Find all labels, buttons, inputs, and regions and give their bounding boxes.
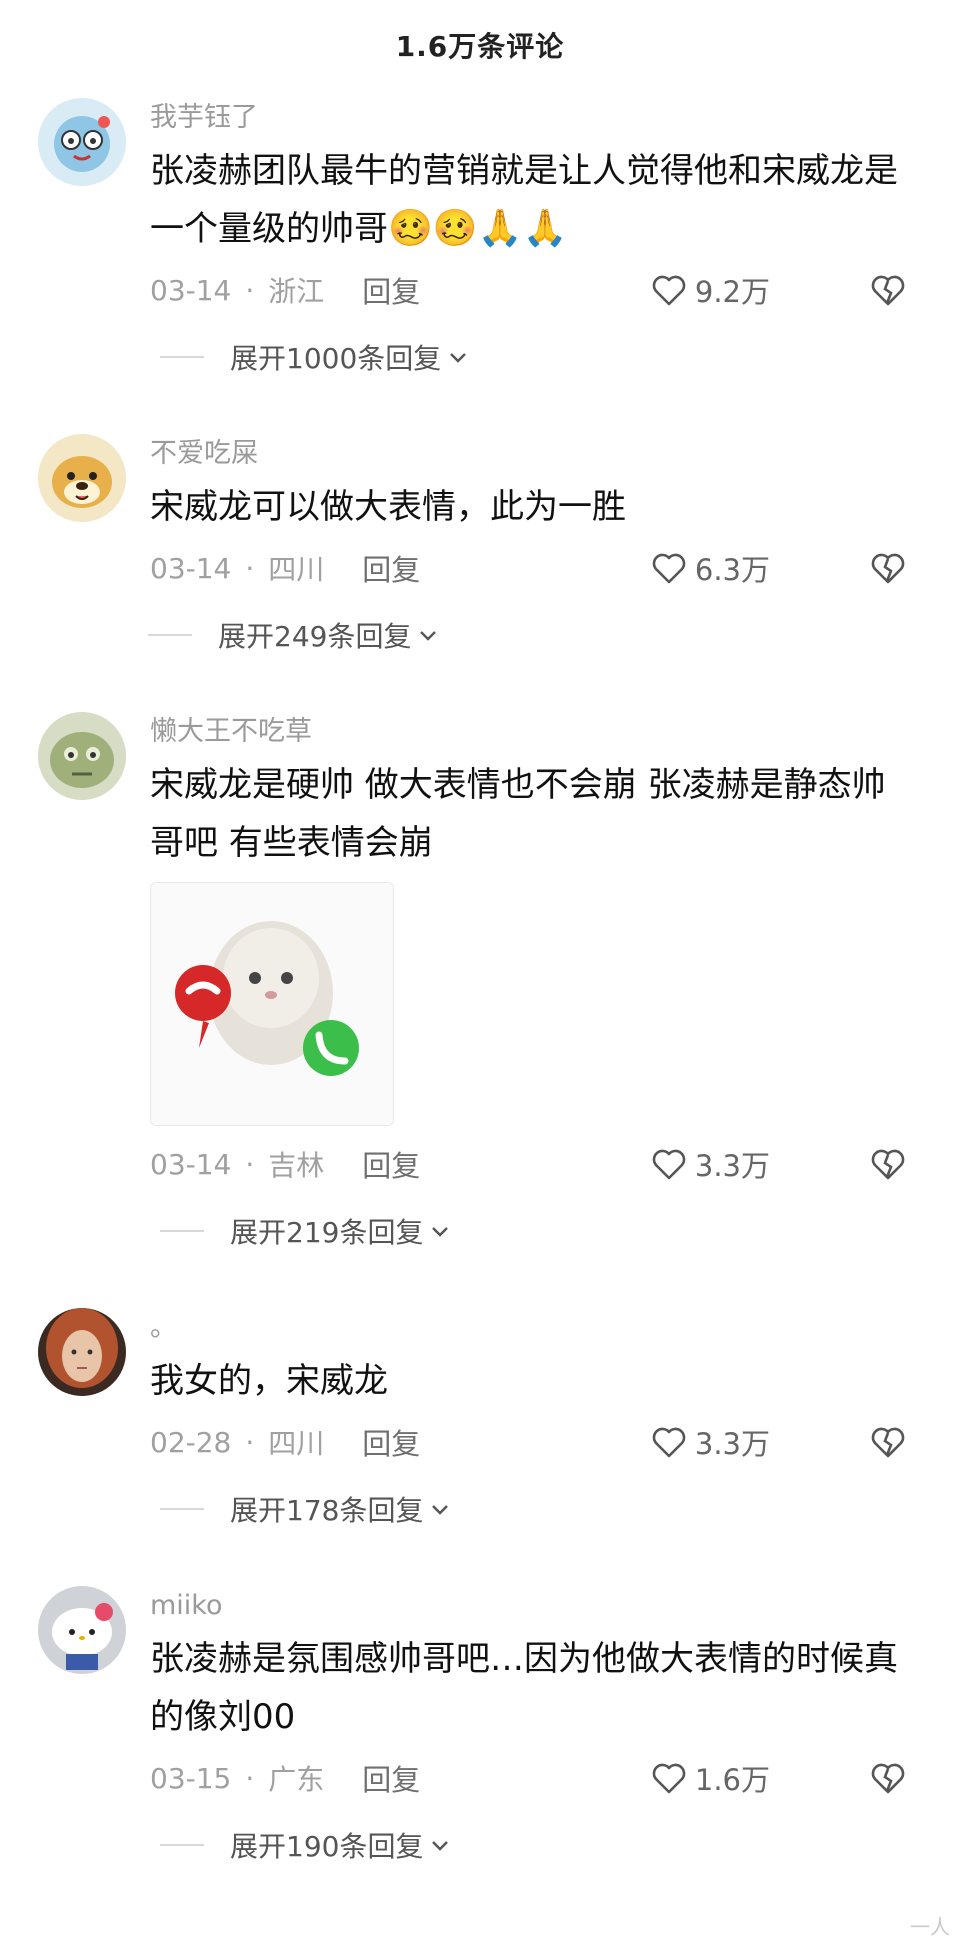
comment-date: 03-15 <box>150 1761 232 1795</box>
comment-emojis: 🥴🥴🙏🙏 <box>388 208 568 249</box>
comment-text: 我女的，宋威龙 <box>150 1361 388 1401</box>
comment-text: 宋威龙是硬帅 做大表情也不会崩 张凌赫是静态帅哥吧 有些表情会崩 <box>150 765 886 863</box>
comment-location: 广东 <box>268 1763 325 1796</box>
reply-button[interactable]: 回复 <box>362 1757 420 1799</box>
expand-divider <box>148 634 192 636</box>
broken-heart-icon <box>871 1427 905 1458</box>
separator-dot: · <box>245 1147 255 1181</box>
separator-dot: · <box>245 1425 255 1459</box>
expand-divider <box>160 356 204 358</box>
comment-text: 宋威龙可以做大表情，此为一胜 <box>150 487 626 527</box>
dislike-button[interactable] <box>868 1422 908 1462</box>
comment-item: miiko 张凌赫是氛围感帅哥吧…因为他做大表情的时候真的像刘00 03-15 … <box>0 1582 960 1880</box>
comment-meta: 02-28 · 四川 回复 3.3万 <box>150 1410 912 1474</box>
comment-date: 02-28 <box>150 1425 232 1459</box>
expand-replies-label: 展开219条回复 <box>230 1216 424 1249</box>
expand-divider <box>160 1844 204 1846</box>
comment-text: 张凌赫是氛围感帅哥吧…因为他做大表情的时候真的像刘00 <box>150 1639 898 1737</box>
expand-replies-label: 展开1000条回复 <box>230 342 442 375</box>
username[interactable]: 我芋钰了 <box>150 94 912 138</box>
broken-heart-icon <box>871 1763 905 1794</box>
comments-header: 1.6万条评论 <box>0 0 960 90</box>
chevron-down-icon <box>420 631 437 641</box>
like-count: 3.3万 <box>694 1427 770 1461</box>
like-count: 3.3万 <box>694 1149 770 1183</box>
username[interactable]: 。 <box>150 1304 912 1348</box>
watermark: 一人 <box>910 1915 950 1939</box>
comment-count-title: 1.6万条评论 <box>395 30 565 63</box>
like-button[interactable]: 3.3万 <box>649 1143 770 1185</box>
comment-meta: 03-14 · 吉林 回复 3.3万 <box>150 1132 912 1196</box>
dislike-button[interactable] <box>868 270 908 310</box>
reply-button[interactable]: 回复 <box>362 1421 420 1463</box>
expand-replies[interactable]: 展开249条回复 <box>148 600 912 670</box>
heart-outline-icon <box>652 1763 686 1794</box>
heart-outline-icon <box>652 275 686 306</box>
expand-replies[interactable]: 展开219条回复 <box>160 1196 912 1266</box>
like-button[interactable]: 1.6万 <box>649 1757 770 1799</box>
heart-outline-icon <box>652 1149 686 1180</box>
dislike-button[interactable] <box>868 1758 908 1798</box>
avatar[interactable] <box>38 712 126 800</box>
comment-sticker-image[interactable] <box>150 882 394 1126</box>
comment-location: 四川 <box>268 553 325 586</box>
expand-replies-label: 展开190条回复 <box>230 1830 424 1863</box>
avatar[interactable] <box>38 1308 126 1396</box>
expand-replies[interactable]: 展开190条回复 <box>160 1810 912 1880</box>
expand-divider <box>160 1230 204 1232</box>
chevron-down-icon <box>432 1841 449 1851</box>
comment-item: 不爱吃屎 宋威龙可以做大表情，此为一胜 03-14 · 四川 回复 6.3万 展… <box>0 430 960 670</box>
comment-date: 03-14 <box>150 273 232 307</box>
avatar[interactable] <box>38 98 126 186</box>
avatar[interactable] <box>38 1586 126 1674</box>
expand-divider <box>160 1508 204 1510</box>
heart-outline-icon <box>652 553 686 584</box>
comment-item: 懒大王不吃草 宋威龙是硬帅 做大表情也不会崩 张凌赫是静态帅哥吧 有些表情会崩 … <box>0 708 960 1266</box>
like-button[interactable]: 6.3万 <box>649 547 770 589</box>
expand-replies-label: 展开178条回复 <box>230 1494 424 1527</box>
like-count: 1.6万 <box>694 1763 770 1797</box>
expand-replies[interactable]: 展开178条回复 <box>160 1474 912 1544</box>
expand-replies-label: 展开249条回复 <box>218 620 412 653</box>
comment-meta: 03-14 · 浙江 回复 9.2万 <box>150 258 912 322</box>
username[interactable]: 不爱吃屎 <box>150 430 912 474</box>
broken-heart-icon <box>871 1149 905 1180</box>
username[interactable]: 懒大王不吃草 <box>150 708 912 752</box>
separator-dot: · <box>245 1761 255 1795</box>
expand-replies[interactable]: 展开1000条回复 <box>160 322 912 392</box>
comment-meta: 03-15 · 广东 回复 1.6万 <box>150 1746 912 1810</box>
like-count: 6.3万 <box>694 553 770 587</box>
username[interactable]: miiko <box>150 1582 912 1626</box>
broken-heart-icon <box>871 553 905 584</box>
separator-dot: · <box>245 551 255 585</box>
chevron-down-icon <box>432 1227 449 1237</box>
dislike-button[interactable] <box>868 1144 908 1184</box>
like-button[interactable]: 9.2万 <box>649 269 770 311</box>
comment-meta: 03-14 · 四川 回复 6.3万 <box>150 536 912 600</box>
reply-button[interactable]: 回复 <box>362 1143 420 1185</box>
chevron-down-icon <box>432 1505 449 1515</box>
dislike-button[interactable] <box>868 548 908 588</box>
like-count: 9.2万 <box>694 275 770 309</box>
chevron-down-icon <box>450 353 467 363</box>
separator-dot: · <box>245 273 255 307</box>
comment-text: 张凌赫团队最牛的营销就是让人觉得他和宋威龙是一个量级的帅哥🥴🥴🙏🙏 <box>150 142 912 258</box>
comment-date: 03-14 <box>150 551 232 585</box>
reply-button[interactable]: 回复 <box>362 547 420 589</box>
comment-date: 03-14 <box>150 1147 232 1181</box>
reply-button[interactable]: 回复 <box>362 269 420 311</box>
comment-item: 我芋钰了 张凌赫团队最牛的营销就是让人觉得他和宋威龙是一个量级的帅哥🥴🥴🙏🙏 0… <box>0 94 960 392</box>
like-button[interactable]: 3.3万 <box>649 1421 770 1463</box>
comment-item: 。 我女的，宋威龙 02-28 · 四川 回复 3.3万 展开178条回复 <box>0 1304 960 1544</box>
comment-location: 吉林 <box>268 1149 325 1182</box>
avatar[interactable] <box>38 434 126 522</box>
comment-location: 浙江 <box>268 275 325 308</box>
heart-outline-icon <box>652 1427 686 1458</box>
comment-location: 四川 <box>268 1427 325 1460</box>
broken-heart-icon <box>871 275 905 306</box>
